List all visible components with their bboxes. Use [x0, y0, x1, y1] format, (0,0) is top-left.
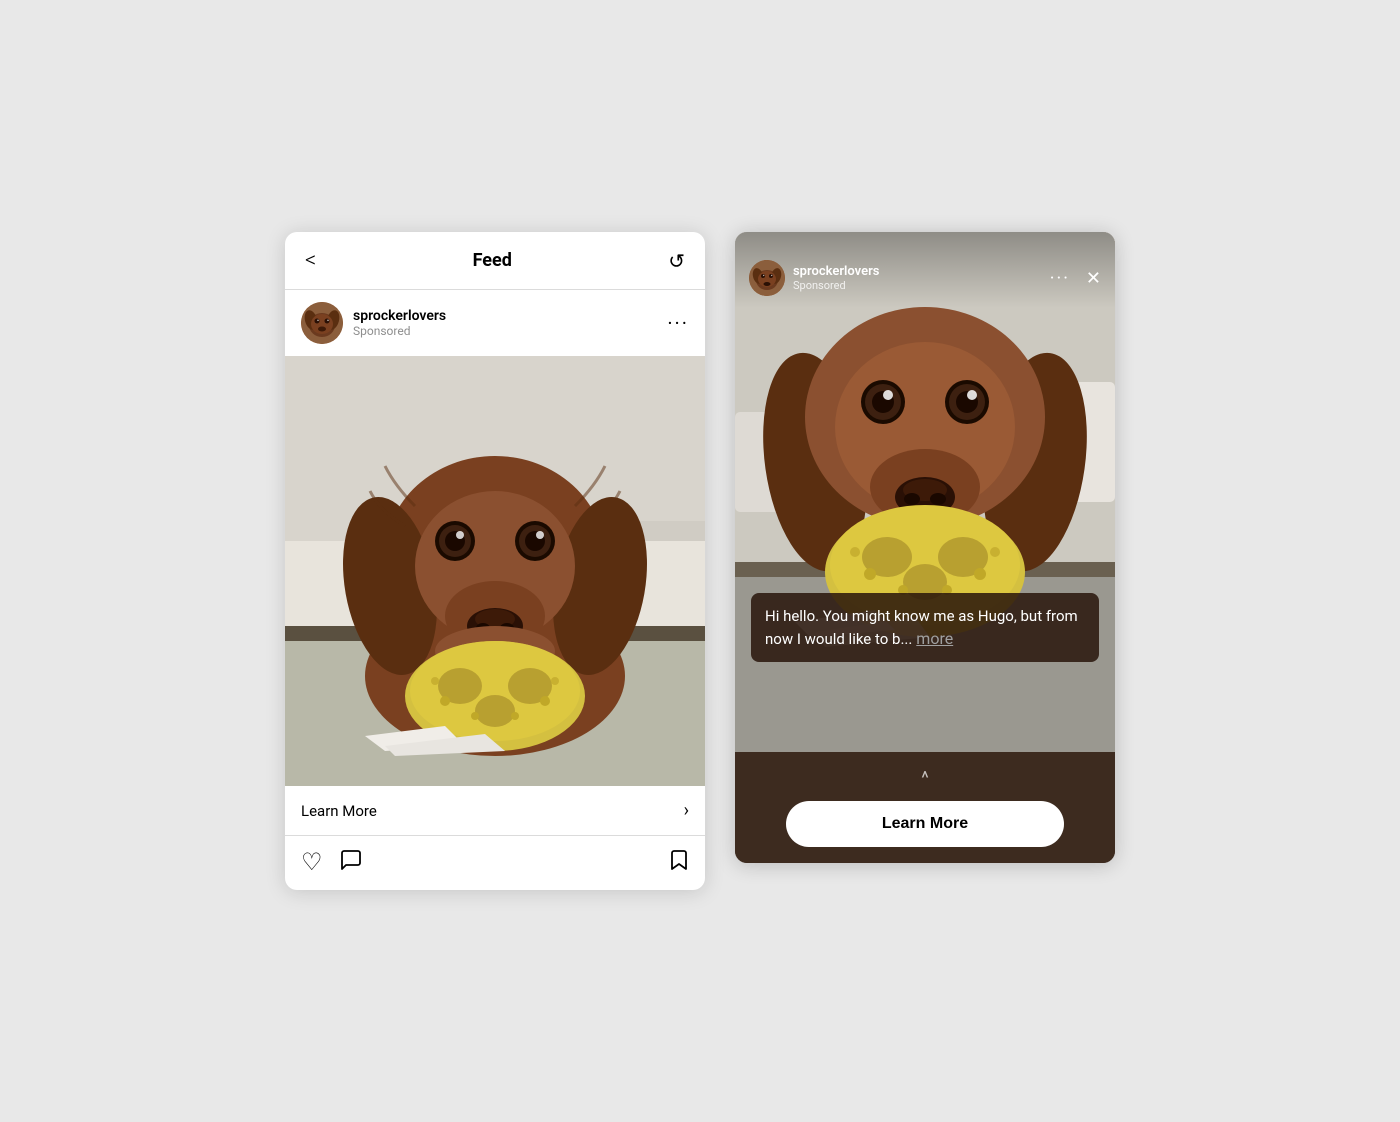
learn-more-bar[interactable]: Learn More › [285, 786, 705, 836]
learn-more-chevron-icon: › [684, 800, 689, 821]
post-header-left: sprockerlovers Sponsored [301, 302, 446, 344]
story-phone: sprockerlovers Sponsored ··· ✕ [735, 232, 1115, 863]
story-learn-more-button[interactable]: Learn More [786, 801, 1064, 847]
story-header-left: sprockerlovers Sponsored [749, 260, 879, 296]
story-caption-box: Hi hello. You might know me as Hugo, but… [751, 593, 1099, 662]
story-sponsored: Sponsored [793, 279, 879, 292]
story-header: sprockerlovers Sponsored ··· ✕ [735, 232, 1115, 308]
story-close-button[interactable]: ✕ [1086, 268, 1101, 289]
swipe-up-indicator: ^ [921, 768, 929, 789]
refresh-button[interactable]: ↺ [668, 249, 685, 273]
avatar [301, 302, 343, 344]
more-options-button[interactable]: ··· [667, 311, 689, 335]
story-image: Hi hello. You might know me as Hugo, but… [735, 232, 1115, 752]
post-sponsored: Sponsored [353, 324, 446, 338]
bookmark-button[interactable] [667, 848, 689, 878]
main-container: < Feed ↺ [245, 192, 1155, 930]
post-user-info: sprockerlovers Sponsored [353, 308, 446, 338]
feed-title: Feed [473, 250, 512, 271]
comment-button[interactable] [339, 848, 363, 878]
story-header-right: ··· ✕ [1050, 268, 1101, 289]
like-button[interactable]: ♡ [301, 848, 323, 878]
story-more-options-button[interactable]: ··· [1050, 268, 1070, 289]
feed-phone: < Feed ↺ [285, 232, 705, 890]
feed-post-header: sprockerlovers Sponsored ··· [285, 290, 705, 356]
feed-actions-left: ♡ [301, 848, 363, 878]
learn-more-label: Learn More [301, 802, 377, 820]
feed-image [285, 356, 705, 786]
back-button[interactable]: < [305, 248, 316, 273]
story-bottom: ^ Learn More [735, 752, 1115, 863]
story-caption-more-link[interactable]: more [916, 629, 953, 648]
post-username: sprockerlovers [353, 308, 446, 324]
story-username: sprockerlovers [793, 264, 879, 279]
feed-actions: ♡ [285, 836, 705, 890]
story-user-info: sprockerlovers Sponsored [793, 264, 879, 292]
story-header-content: sprockerlovers Sponsored ··· ✕ [749, 260, 1101, 296]
story-avatar [749, 260, 785, 296]
feed-header: < Feed ↺ [285, 232, 705, 290]
